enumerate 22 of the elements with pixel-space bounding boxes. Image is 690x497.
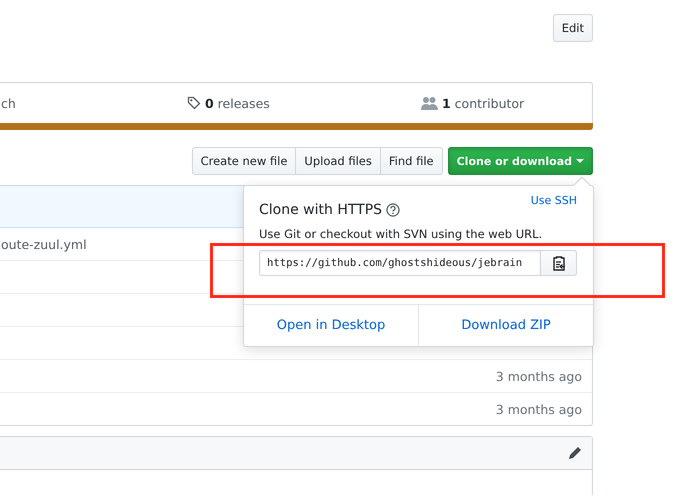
popup-description: Use Git or checkout with SVN using the web URL. (259, 227, 544, 241)
toolbar-button[interactable]: Find file (380, 147, 443, 175)
stat-label: ch (1, 96, 16, 110)
toolbar-button[interactable]: Upload files (295, 147, 381, 175)
use-ssh-link[interactable]: Use SSH (530, 194, 577, 207)
clipboard-icon (552, 255, 566, 271)
file-link[interactable]: oute-zuul.yml (1, 236, 87, 252)
contributors-link[interactable]: 1 contributor (442, 96, 524, 110)
pencil-icon (568, 446, 582, 460)
help-icon (386, 203, 400, 217)
copy-button[interactable] (541, 250, 577, 276)
releases-link[interactable]: 0 releases (205, 96, 270, 110)
toolbar-button[interactable]: Create new file (192, 147, 296, 175)
popup-action-link[interactable]: Download ZIP (418, 305, 593, 345)
edit-button[interactable]: Edit (552, 14, 593, 42)
commit-age: 3 months ago (496, 368, 582, 384)
tag-icon (187, 96, 201, 110)
commit-age: 3 months ago (496, 402, 582, 416)
popup-title: Clone with HTTPS (259, 202, 382, 218)
url-field[interactable]: https://github.com/ghostshideous/jebrain (259, 250, 542, 276)
popup-action-link[interactable]: Open in Desktop (244, 305, 418, 345)
people-icon (421, 96, 438, 110)
